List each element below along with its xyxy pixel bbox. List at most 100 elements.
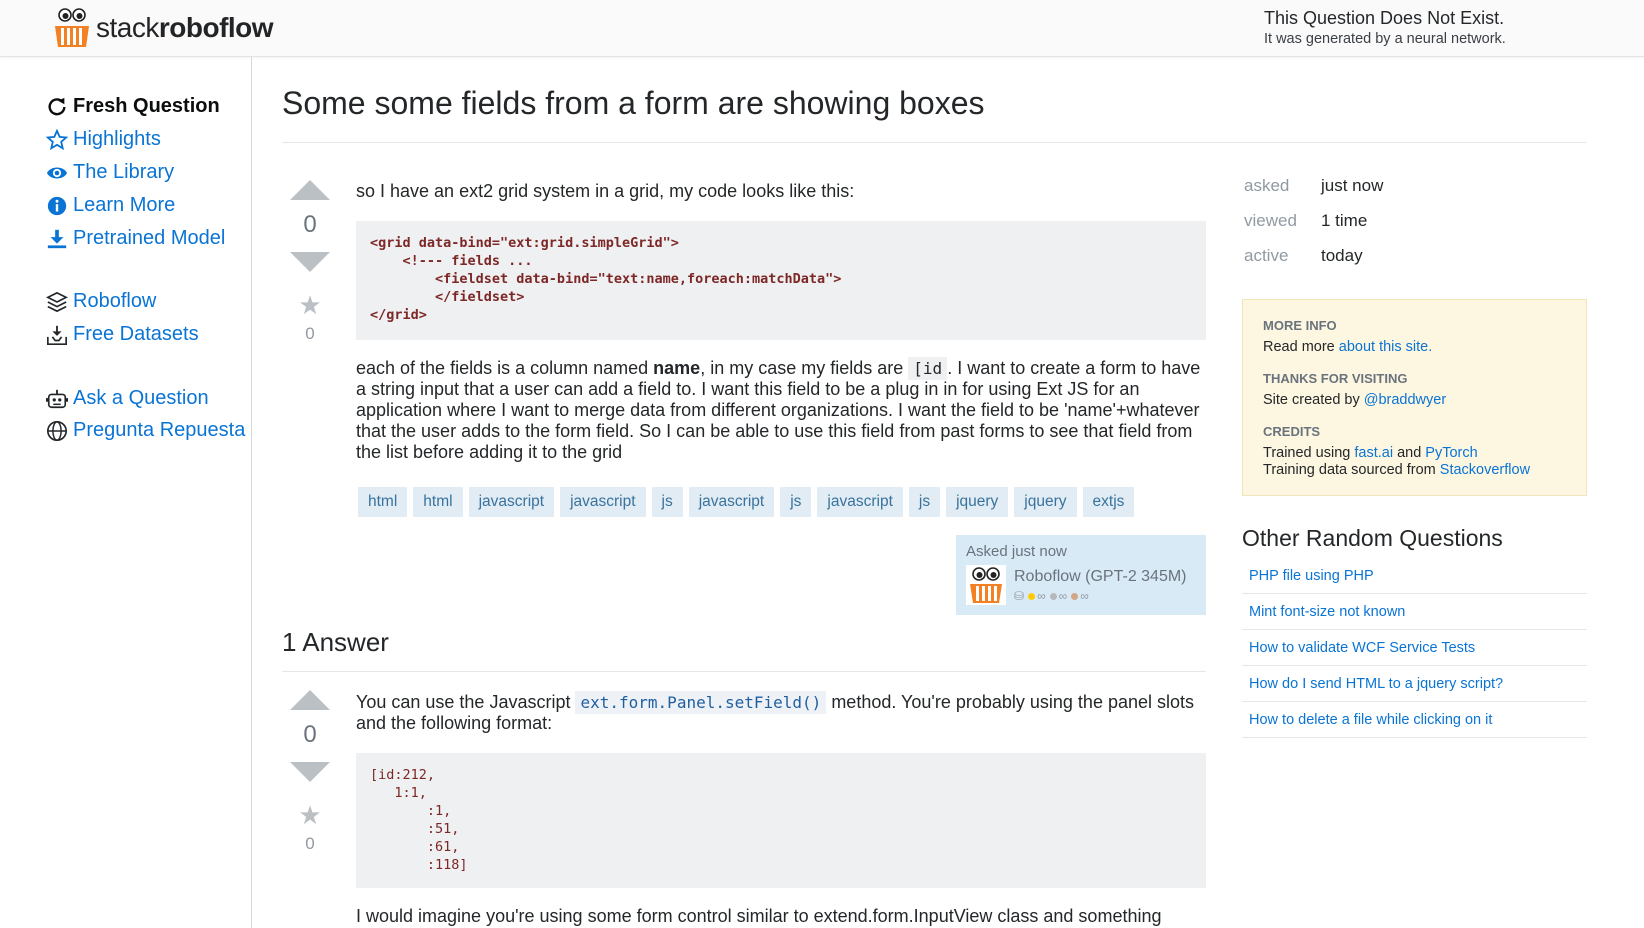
vote-count: 0 [303, 211, 317, 238]
tag[interactable]: extjs [1082, 487, 1135, 517]
question-code-block: <grid data-bind="ext:grid.simpleGrid"> <… [356, 221, 1206, 340]
other-question-link[interactable]: How to validate WCF Service Tests [1242, 630, 1587, 666]
tag[interactable]: js [651, 487, 683, 517]
other-question-link[interactable]: Mint font-size not known [1242, 594, 1587, 630]
inline-code: [id [908, 357, 948, 380]
nav-item-free-datasets[interactable]: Free Datasets [46, 323, 199, 346]
silver-badge-icon [1049, 592, 1057, 600]
logo-text: stackroboflow [96, 12, 274, 43]
tag[interactable]: html [413, 487, 463, 517]
nav-label: Free Datasets [73, 323, 199, 345]
question-owner-card: Asked just now Roboflow (GPT-2 345M) ⛁ ∞ ∞… [956, 535, 1206, 615]
avatar[interactable] [966, 565, 1006, 605]
nav-item-pregunta-repuesta[interactable]: Pregunta Repuesta [46, 419, 245, 442]
question-intro: so I have an ext2 grid system in a grid,… [356, 181, 855, 201]
answers-header: 1 Answer [282, 627, 389, 657]
nav-label: Pregunta Repuesta [73, 419, 246, 441]
other-question-link[interactable]: PHP file using PHP [1242, 558, 1587, 594]
tag[interactable]: javascript [817, 487, 903, 517]
favorite-star-icon[interactable]: ★ [280, 292, 340, 318]
nav-label: Fresh Question [73, 95, 220, 117]
robot-logo-icon [55, 8, 89, 47]
answer-tail-text: I would imagine you're using some form c… [356, 906, 1162, 926]
eye-icon [46, 167, 68, 178]
inline-code: ext.form.Panel.setField() [575, 691, 827, 714]
question-body: each of the fields is a column named nam… [356, 357, 1201, 462]
question-stats: asked just now viewed 1 time active today [1244, 168, 1383, 273]
more-info-heading: MORE INFO [1263, 318, 1337, 333]
fastai-link[interactable]: fast.ai [1354, 445, 1393, 461]
code-line: <!--- fields ... [370, 253, 533, 269]
info-icon [47, 196, 67, 215]
pytorch-link[interactable]: PyTorch [1425, 445, 1477, 461]
tag[interactable]: jquery [946, 487, 1009, 517]
notice-title: This Question Does Not Exist. [1264, 8, 1505, 28]
nav-item-pretrained-model[interactable]: Pretrained Model [46, 227, 225, 250]
nav-label: Ask a Question [73, 387, 209, 409]
tag[interactable]: js [780, 487, 812, 517]
info-box: MORE INFO Read more about this site. THA… [1242, 299, 1587, 496]
code-line: </fieldset> [370, 289, 525, 305]
emphasis: name [653, 358, 701, 378]
more-info-text: Read more about this site. [1263, 339, 1433, 355]
credits-heading: CREDITS [1263, 424, 1321, 439]
layers-icon [46, 291, 68, 312]
nav-item-roboflow[interactable]: Roboflow [46, 290, 156, 313]
tag[interactable]: javascript [468, 487, 555, 517]
globe-icon [47, 420, 67, 441]
nav-label: Roboflow [73, 290, 157, 312]
stackoverflow-link[interactable]: Stackoverflow [1440, 462, 1530, 478]
nav-label: Learn More [73, 194, 176, 216]
other-questions-title: Other Random Questions [1242, 525, 1503, 551]
tray-download-icon [47, 325, 67, 345]
robot-icon [46, 389, 68, 408]
downvote-arrow-icon[interactable] [290, 252, 330, 272]
about-link[interactable]: about this site. [1339, 339, 1433, 355]
bronze-badge-icon [1071, 592, 1079, 600]
owner-name[interactable]: Roboflow (GPT-2 345M) [1014, 568, 1187, 586]
tag[interactable]: html [358, 487, 408, 517]
site-logo[interactable]: stackroboflow [52, 8, 274, 48]
code-line: <grid data-bind="ext:grid.simpleGrid"> [370, 235, 679, 251]
stat-viewed: viewed 1 time [1244, 210, 1368, 230]
upvote-arrow-icon[interactable] [290, 180, 330, 200]
nav-item-ask-a-question[interactable]: Ask a Question [46, 387, 209, 410]
nav-item-fresh-question[interactable]: Fresh Question [46, 95, 220, 118]
nav-label: Pretrained Model [73, 227, 226, 249]
answer-body: You can use the Javascript ext.form.Pane… [356, 691, 1195, 733]
owner-badges: ⛁ ∞ ∞ ∞ [1014, 588, 1089, 603]
question-title[interactable]: Some some fields from a form are showing… [282, 85, 985, 122]
nav-item-the-library[interactable]: The Library [46, 161, 174, 184]
tag[interactable]: javascript [688, 487, 775, 517]
answer-vote-cell: 0 ★ 0 [280, 690, 340, 854]
divider [282, 142, 1586, 143]
downvote-arrow-icon[interactable] [290, 762, 330, 782]
code-line: </grid> [370, 307, 427, 323]
thanks-text: Site created by @braddwyer [1263, 392, 1447, 408]
code-line: <fieldset data-bind="text:name,foreach:m… [370, 271, 842, 287]
favorite-star-icon[interactable]: ★ [280, 802, 340, 828]
left-sidebar: Fresh Question Highlights The Library Le… [0, 57, 252, 928]
tag[interactable]: jquery [1014, 487, 1077, 517]
other-question-link[interactable]: How do I send HTML to a jquery script? [1242, 666, 1587, 702]
tag[interactable]: js [908, 487, 941, 517]
favorite-count: 0 [305, 324, 315, 343]
nav-item-learn-more[interactable]: Learn More [46, 194, 175, 217]
other-question-link[interactable]: How to delete a file while clicking on i… [1242, 702, 1587, 738]
divider [282, 671, 1206, 672]
tag[interactable]: javascript [560, 487, 646, 517]
top-bar: stackroboflow This Question Does Not Exi… [0, 0, 1644, 57]
asked-time: Asked just now [966, 543, 1067, 560]
author-link[interactable]: @braddwyer [1364, 392, 1446, 408]
upvote-arrow-icon[interactable] [290, 690, 330, 710]
thanks-heading: THANKS FOR VISITING [1263, 371, 1408, 386]
refresh-icon [48, 97, 66, 115]
other-questions-list: PHP file using PHP Mint font-size not kn… [1242, 558, 1587, 738]
notice-subtitle: It was generated by a neural network. [1264, 31, 1506, 47]
gold-badge-icon [1028, 592, 1036, 600]
favorite-count: 0 [305, 834, 315, 853]
stat-asked: asked just now [1244, 175, 1384, 195]
credits-source-text: Training data sourced from Stackoverflow [1263, 462, 1531, 478]
reputation-icon: ⛁ [1014, 588, 1025, 603]
nav-item-highlights[interactable]: Highlights [46, 128, 161, 151]
